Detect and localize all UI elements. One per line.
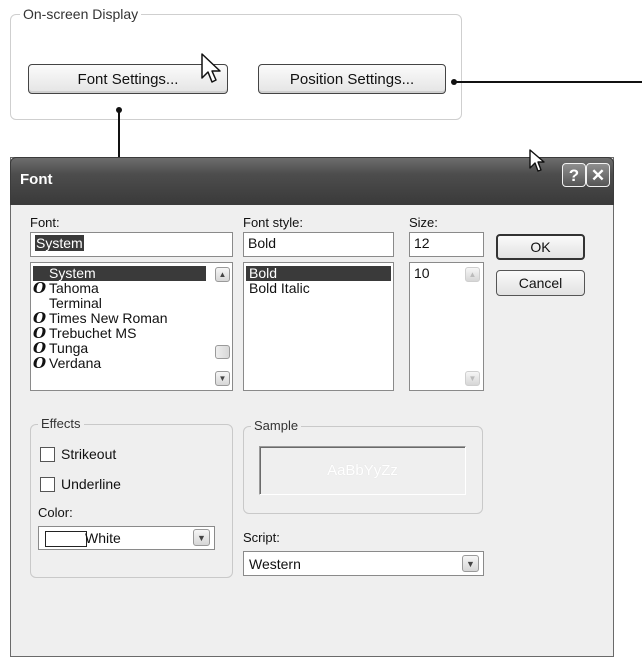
chevron-down-icon[interactable]: ▼ xyxy=(462,555,479,572)
font-list-item[interactable]: O Verdana xyxy=(33,356,101,371)
color-value: White xyxy=(85,530,121,546)
script-value: Western xyxy=(249,556,301,572)
position-settings-button[interactable]: Position Settings... xyxy=(258,64,446,94)
sample-group-title: Sample xyxy=(251,418,302,433)
scroll-up-icon: ▲ xyxy=(465,267,480,282)
scroll-up-icon[interactable]: ▲ xyxy=(215,267,230,282)
dialog-title-bar[interactable] xyxy=(10,157,614,205)
close-button[interactable]: ✕ xyxy=(586,163,610,187)
ok-button[interactable]: OK xyxy=(496,234,585,260)
dialog-title: Font xyxy=(20,171,53,188)
size-input[interactable]: 12 xyxy=(409,232,484,257)
color-label: Color: xyxy=(38,505,73,520)
font-style-item[interactable]: Bold xyxy=(246,266,391,281)
help-button[interactable]: ? xyxy=(562,163,586,187)
color-select[interactable]: White ▼ xyxy=(38,526,215,550)
scrollbar-thumb[interactable] xyxy=(215,345,230,359)
script-label: Script: xyxy=(243,530,280,545)
sample-preview: AaBbYyZz xyxy=(259,446,466,495)
font-list-item[interactable]: O Tahoma xyxy=(33,281,99,296)
size-list[interactable]: 10 ▲ ▼ xyxy=(409,262,484,391)
font-list-item[interactable]: O Trebuchet MS xyxy=(33,326,136,341)
truetype-icon: O xyxy=(33,279,47,297)
strikeout-label[interactable]: Strikeout xyxy=(61,446,116,462)
underline-label[interactable]: Underline xyxy=(61,476,121,492)
font-name-value: System xyxy=(35,235,84,251)
font-style-label: Font style: xyxy=(243,215,303,230)
font-style-list[interactable]: Bold Bold Italic xyxy=(243,262,394,391)
mouse-cursor-icon xyxy=(201,53,221,83)
effects-group-title: Effects xyxy=(38,416,84,431)
script-select[interactable]: Western ▼ xyxy=(243,551,484,576)
font-settings-button[interactable]: Font Settings... xyxy=(28,64,228,94)
font-name-input[interactable]: System xyxy=(30,232,233,257)
font-label: Font: xyxy=(30,215,60,230)
scroll-down-icon[interactable]: ▼ xyxy=(215,371,230,386)
strikeout-checkbox[interactable] xyxy=(40,447,55,462)
cancel-button[interactable]: Cancel xyxy=(496,270,585,296)
font-list-item[interactable]: System xyxy=(33,266,206,281)
osd-group-title: On-screen Display xyxy=(20,6,142,22)
connector-line xyxy=(118,110,120,157)
font-list[interactable]: System O Tahoma Terminal O Times New Roman… xyxy=(30,262,233,391)
size-label: Size: xyxy=(409,215,438,230)
color-swatch xyxy=(45,531,87,547)
font-style-item[interactable]: Bold Italic xyxy=(249,281,310,296)
font-style-input[interactable]: Bold xyxy=(243,232,394,257)
connector-line xyxy=(456,81,642,83)
scroll-down-icon: ▼ xyxy=(465,371,480,386)
mouse-cursor-icon xyxy=(529,149,545,172)
chevron-down-icon[interactable]: ▼ xyxy=(193,529,210,546)
size-list-item[interactable]: 10 xyxy=(414,266,430,281)
underline-checkbox[interactable] xyxy=(40,477,55,492)
truetype-icon: O xyxy=(33,354,47,372)
font-list-item[interactable]: O Times New Roman xyxy=(33,311,168,326)
